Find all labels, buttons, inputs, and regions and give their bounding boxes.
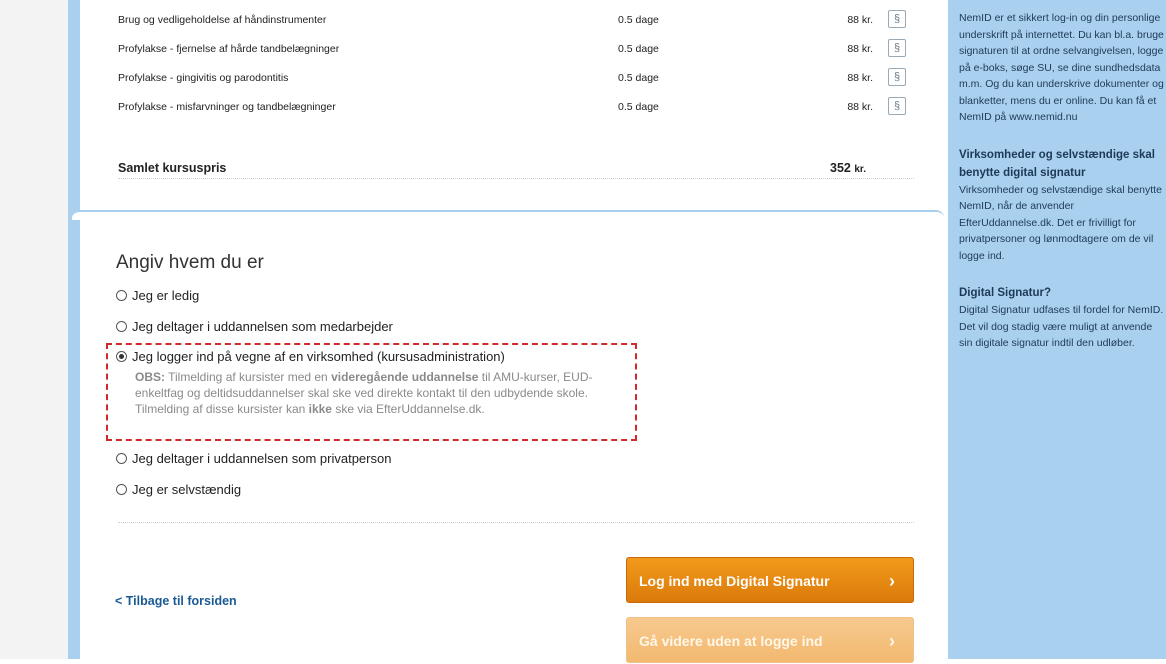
obs-prefix: OBS: (135, 370, 165, 384)
option-label: Jeg er selvstændig (132, 482, 242, 497)
total-label: Samlet kursuspris (118, 161, 227, 175)
section-title: Angiv hvem du er (116, 252, 264, 273)
course-duration: 0.5 dage (618, 14, 659, 26)
course-row: Brug og vedligeholdelse af håndinstrumen… (118, 10, 906, 34)
course-price: 88 kr. (847, 14, 873, 26)
sidebar-paragraph: Digital Signatur udfases til fordel for … (959, 304, 1164, 349)
paragraph-icon[interactable]: § (888, 39, 906, 57)
back-to-front-link[interactable]: < Tilbage til forsiden (115, 594, 237, 608)
paragraph-icon[interactable]: § (888, 68, 906, 86)
option-label: Jeg logger ind på vegne af en virksomhed… (132, 349, 505, 364)
option-label: Jeg deltager i uddannelsen som medarbejd… (132, 319, 393, 334)
section-divider (72, 210, 944, 220)
obs-text: Tilmelding af kursister med en (165, 370, 332, 384)
course-name: Profylakse - misfarvninger og tandbelægn… (118, 101, 336, 113)
obs-emphasis: videregående uddannelse (331, 370, 479, 384)
course-price: 88 kr. (847, 101, 873, 113)
button-label: Log ind med Digital Signatur (639, 573, 830, 589)
total-price: 352 kr. (830, 161, 866, 175)
course-price: 88 kr. (847, 43, 873, 55)
radio-button[interactable] (116, 453, 127, 464)
course-name: Profylakse - fjernelse af hårde tandbelæ… (118, 43, 340, 55)
obs-note: OBS: Tilmelding af kursister med en vide… (135, 369, 635, 417)
radio-button[interactable] (116, 290, 127, 301)
option-private-person[interactable]: Jeg deltager i uddannelsen som privatper… (116, 451, 391, 466)
sidebar-heading: Digital Signatur? (959, 287, 1051, 299)
nemid-link[interactable]: www.nemid.nu (1009, 111, 1077, 123)
chevron-right-icon: › (889, 571, 895, 591)
divider (118, 522, 914, 523)
course-name: Brug og vedligeholdelse af håndinstrumen… (118, 14, 327, 26)
radio-button[interactable] (116, 484, 127, 495)
option-company[interactable]: Jeg logger ind på vegne af en virksomhed… (116, 349, 505, 364)
sidebar-paragraph: Virksomheder og selvstændige skal benytt… (959, 183, 1162, 262)
divider (118, 178, 914, 179)
total-unit: kr. (854, 164, 867, 175)
course-duration: 0.5 dage (618, 72, 659, 84)
option-employee[interactable]: Jeg deltager i uddannelsen som medarbejd… (116, 319, 393, 334)
button-label: Gå videre uden at logge ind (639, 633, 823, 649)
login-digital-signature-button[interactable]: Log ind med Digital Signatur › (626, 557, 914, 603)
course-duration: 0.5 dage (618, 43, 659, 55)
option-unemployed[interactable]: Jeg er ledig (116, 288, 199, 303)
total-amount: 352 (830, 161, 851, 175)
radio-button[interactable] (116, 321, 127, 332)
left-gutter (0, 0, 68, 659)
option-label: Jeg deltager i uddannelsen som privatper… (132, 451, 392, 466)
obs-emphasis: ikke (308, 402, 332, 416)
sidebar: NemID er et sikkert log-in og din person… (948, 0, 1166, 659)
option-self-employed[interactable]: Jeg er selvstændig (116, 482, 241, 497)
course-row: Profylakse - gingivitis og parodontitis … (118, 68, 906, 92)
radio-button-selected[interactable] (116, 351, 127, 362)
sidebar-heading: Virksomheder og selvstændige skal benytt… (959, 148, 1156, 179)
chevron-right-icon: › (889, 631, 895, 651)
continue-without-login-button[interactable]: Gå videre uden at logge ind › (626, 617, 914, 663)
paragraph-icon[interactable]: § (888, 97, 906, 115)
course-duration: 0.5 dage (618, 101, 659, 113)
course-row: Profylakse - fjernelse af hårde tandbelæ… (118, 39, 906, 63)
sidebar-intro: NemID er et sikkert log-in og din person… (959, 10, 1164, 126)
course-name: Profylakse - gingivitis og parodontitis (118, 72, 289, 84)
option-label: Jeg er ledig (132, 288, 200, 303)
course-price: 88 kr. (847, 72, 873, 84)
left-accent-strip (68, 0, 80, 659)
course-row: Profylakse - misfarvninger og tandbelægn… (118, 97, 906, 121)
sidebar-intro-text: NemID er et sikkert log-in og din person… (959, 12, 1164, 123)
paragraph-icon[interactable]: § (888, 10, 906, 28)
obs-text: ske via EfterUddannelse.dk. (331, 402, 485, 416)
